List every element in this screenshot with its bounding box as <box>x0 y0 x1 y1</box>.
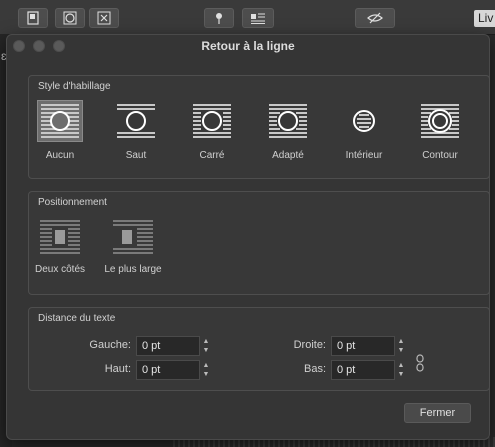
position-option-label: Deux côtés <box>34 264 86 275</box>
wrap-option-label: Adapté <box>272 150 304 161</box>
cross-box-icon <box>97 11 111 25</box>
stepper-up-icon[interactable]: ▲ <box>202 337 210 346</box>
left-distance-row: Gauche: ▲▼ <box>29 336 259 356</box>
top-distance-row: Haut: ▲▼ <box>29 360 259 380</box>
wrap-option-tight[interactable]: Adapté <box>258 100 318 161</box>
chain-link-icon[interactable] <box>415 354 425 372</box>
bottom-distance-stepper[interactable]: ▲ ▼ <box>396 360 406 380</box>
stepper-up-icon[interactable]: ▲ <box>397 337 405 346</box>
both-sides-icon <box>40 220 80 254</box>
stepper-up-icon[interactable]: ▲ <box>202 361 210 370</box>
wrap-style-heading: Style d'habillage <box>38 81 111 92</box>
wrap-square-icon <box>193 104 231 138</box>
pin-icon <box>216 13 222 24</box>
live-mode-button[interactable]: Liv <box>474 10 495 27</box>
stepper-down-icon[interactable]: ▼ <box>397 346 405 355</box>
wrap-jump-icon <box>117 104 155 138</box>
stepper-up-icon[interactable]: ▲ <box>397 361 405 370</box>
position-option-both-sides[interactable]: Deux côtés <box>30 218 90 275</box>
bottom-distance-input[interactable] <box>331 360 395 380</box>
wrap-option-label: Contour <box>422 150 458 161</box>
wrap-option-square[interactable]: Carré <box>182 100 242 161</box>
wrap-option-label: Intérieur <box>345 150 383 161</box>
dialog-title: Retour à la ligne <box>201 39 295 53</box>
wrap-option-label: Aucun <box>45 150 75 161</box>
wrap-tight-icon <box>269 104 307 138</box>
wrap-contour-icon <box>421 104 459 138</box>
text-distance-heading: Distance du texte <box>38 313 116 324</box>
text-wrap-icon <box>251 13 265 24</box>
pin-button[interactable] <box>204 8 234 28</box>
right-distance-input[interactable] <box>331 336 395 356</box>
bottom-distance-label: Bas: <box>303 363 326 375</box>
text-wrap-button[interactable] <box>242 8 274 28</box>
wrap-option-contour[interactable]: Contour <box>410 100 470 161</box>
stepper-down-icon[interactable]: ▼ <box>397 370 405 379</box>
wrap-circle-button[interactable] <box>55 8 85 28</box>
document-icon-button[interactable] <box>18 8 48 28</box>
close-button[interactable]: Fermer <box>404 403 471 423</box>
wrap-option-none[interactable]: Aucun <box>30 100 90 161</box>
left-distance-stepper[interactable]: ▲ ▼ <box>201 336 211 356</box>
right-distance-row: Droite: ▲▼ <box>259 336 419 356</box>
top-distance-input[interactable] <box>136 360 200 380</box>
wrap-circle-icon <box>63 11 77 25</box>
wrap-option-label: Saut <box>125 150 147 161</box>
top-distance-stepper[interactable]: ▲ ▼ <box>201 360 211 380</box>
wrap-style-group: Style d'habillage Aucun Saut Carré Adapt… <box>28 75 490 179</box>
wrap-cross-button[interactable] <box>89 8 119 28</box>
wrap-inside-icon <box>353 110 375 132</box>
eye-hide-icon <box>367 12 383 24</box>
right-distance-stepper[interactable]: ▲ ▼ <box>396 336 406 356</box>
right-distance-label: Droite: <box>293 339 326 351</box>
wrap-option-jump[interactable]: Saut <box>106 100 166 161</box>
text-distance-group: Distance du texte Gauche: ▲▼ Haut: ▲▼ Dr… <box>28 307 490 391</box>
wrap-none-icon <box>41 104 79 138</box>
text-wrap-dialog: Retour à la ligne Style d'habillage Aucu… <box>6 34 490 440</box>
left-distance-label: Gauche: <box>89 339 131 351</box>
dialog-titlebar: Retour à la ligne <box>7 35 489 57</box>
stepper-down-icon[interactable]: ▼ <box>202 370 210 379</box>
wrap-option-label: Carré <box>199 150 225 161</box>
document-icon <box>27 11 39 25</box>
positioning-group: Positionnement Deux côtés Le plus large <box>28 191 490 295</box>
stepper-down-icon[interactable]: ▼ <box>202 346 210 355</box>
bottom-distance-row: Bas: ▲▼ <box>259 360 419 380</box>
positioning-heading: Positionnement <box>38 197 107 208</box>
largest-side-icon <box>113 220 153 254</box>
top-distance-label: Haut: <box>104 363 131 375</box>
position-option-largest[interactable]: Le plus large <box>103 218 163 275</box>
left-distance-input[interactable] <box>136 336 200 356</box>
position-option-label: Le plus large <box>104 264 162 275</box>
wrap-option-inside[interactable]: Intérieur <box>334 100 394 161</box>
preview-button[interactable] <box>355 8 395 28</box>
app-toolbar: Liv <box>0 0 495 35</box>
